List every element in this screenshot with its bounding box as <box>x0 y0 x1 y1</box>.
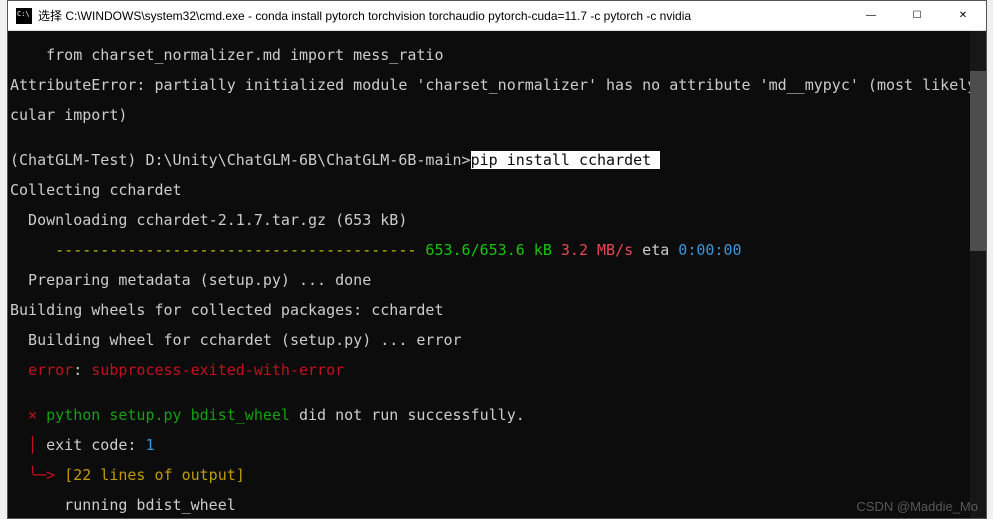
titlebar[interactable]: 选择 C:\WINDOWS\system32\cmd.exe - conda i… <box>8 1 986 31</box>
output-line: Preparing metadata (setup.py) ... done <box>10 273 986 288</box>
output-line: running bdist_wheel <box>10 498 986 513</box>
progress-size: 653.6/653.6 kB <box>425 241 551 259</box>
error-detail-line: × python setup.py bdist_wheel did not ru… <box>10 408 986 423</box>
close-button[interactable]: ✕ <box>940 1 986 31</box>
output-line: Building wheel for cchardet (setup.py) .… <box>10 333 986 348</box>
progress-bar-line: ----------------------------------------… <box>10 243 986 258</box>
error-msg: subprocess-exited-with-error <box>91 361 344 379</box>
prompt-line: (ChatGLM-Test) D:\Unity\ChatGLM-6B\ChatG… <box>10 153 986 168</box>
error-line: error: subprocess-exited-with-error <box>10 363 986 378</box>
minimize-button[interactable]: — <box>848 1 894 31</box>
exit-code-line: │ exit code: 1 <box>10 438 986 453</box>
window-controls: — ☐ ✕ <box>848 1 986 31</box>
scrollbar-thumb[interactable] <box>970 71 986 251</box>
exit-code: 1 <box>145 436 154 454</box>
cmd-window: 选择 C:\WINDOWS\system32\cmd.exe - conda i… <box>7 0 987 519</box>
output-count-line: ╰─> [22 lines of output] <box>10 468 986 483</box>
watermark: CSDN @Maddie_Mo <box>856 499 978 514</box>
output-line: cular import) <box>10 108 986 123</box>
terminal-output[interactable]: from charset_normalizer.md import mess_r… <box>8 31 986 518</box>
scrollbar-track[interactable] <box>970 31 986 518</box>
selected-command: pip install cchardet <box>471 151 661 169</box>
progress-speed: 3.2 MB/s <box>552 241 633 259</box>
error-label: error <box>28 361 73 379</box>
progress-eta: 0:00:00 <box>678 241 741 259</box>
progress-eta-label: eta <box>633 241 678 259</box>
output-line: from charset_normalizer.md import mess_r… <box>10 48 986 63</box>
failed-cmd: python setup.py bdist_wheel <box>46 406 290 424</box>
output-line: Building wheels for collected packages: … <box>10 303 986 318</box>
output-line: Downloading cchardet-2.1.7.tar.gz (653 k… <box>10 213 986 228</box>
output-count: [22 lines of output] <box>64 466 245 484</box>
maximize-button[interactable]: ☐ <box>894 1 940 31</box>
progress-dashes: ---------------------------------------- <box>10 241 425 259</box>
cmd-icon <box>16 8 32 24</box>
prompt-text: (ChatGLM-Test) D:\Unity\ChatGLM-6B\ChatG… <box>10 151 471 169</box>
output-line: Collecting cchardet <box>10 183 986 198</box>
window-title: 选择 C:\WINDOWS\system32\cmd.exe - conda i… <box>38 7 848 24</box>
output-line: AttributeError: partially initialized mo… <box>10 78 986 93</box>
